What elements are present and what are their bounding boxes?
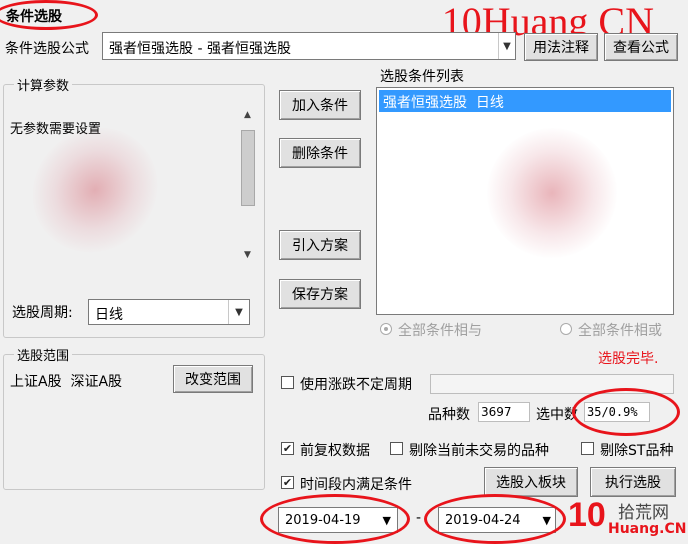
condition-list[interactable]: 强者恒强选股 日线	[376, 87, 674, 315]
end-date-highlight-ring	[424, 494, 566, 544]
change-range-button[interactable]: 改变范围	[173, 365, 253, 393]
period-dropdown-arrow-icon[interactable]: ▼	[228, 300, 249, 324]
pre-adjust-label: 前复权数据	[300, 443, 370, 459]
status-text: 选股完毕.	[598, 351, 659, 367]
formula-label: 条件选股公式	[5, 41, 89, 57]
all-and-radio[interactable]	[380, 323, 392, 335]
time-range-checkbox[interactable]: ✔	[281, 476, 294, 489]
params-group-label: 计算参数	[14, 75, 73, 94]
scroll-up-icon[interactable]: ▲	[244, 110, 251, 120]
view-formula-button[interactable]: 查看公式	[604, 33, 678, 61]
to-block-button[interactable]: 选股入板块	[484, 467, 578, 497]
formula-select[interactable]: 强者恒强选股 - 强者恒强选股 ▼	[102, 32, 516, 60]
delete-condition-button[interactable]: 删除条件	[279, 138, 361, 168]
add-condition-button[interactable]: 加入条件	[279, 90, 361, 120]
time-range-label: 时间段内满足条件	[300, 477, 412, 493]
all-or-label: 全部条件相或	[578, 323, 662, 339]
exclude-st-label: 剔除ST品种	[600, 443, 674, 459]
logo-cn: 拾荒网	[618, 503, 669, 523]
date-separator: -	[416, 510, 422, 526]
period-label: 选股周期:	[12, 305, 73, 321]
list-blur-mark	[460, 101, 644, 285]
annotate-button[interactable]: 用法注释	[524, 33, 598, 61]
count-label: 品种数	[428, 407, 470, 423]
params-scrollbar[interactable]: ▲ ▼	[240, 106, 256, 266]
all-and-label: 全部条件相与	[398, 323, 482, 339]
start-date-highlight-ring	[260, 494, 410, 544]
site-logo: 10 拾荒网 Huang.CN	[568, 494, 686, 544]
count-field: 3697	[478, 402, 530, 422]
pre-adjust-checkbox[interactable]: ✔	[281, 442, 294, 455]
exclude-st-checkbox[interactable]	[581, 442, 594, 455]
formula-dropdown-arrow-icon[interactable]: ▼	[498, 33, 515, 59]
range-value: 上证A股 深证A股	[10, 374, 123, 390]
range-group-label: 选股范围	[14, 345, 73, 364]
uncertain-period-label: 使用涨跌不定周期	[300, 377, 412, 393]
scroll-down-icon[interactable]: ▼	[244, 250, 251, 260]
count-value: 3697	[481, 405, 512, 419]
condition-list-item[interactable]: 强者恒强选股 日线	[379, 90, 671, 112]
selected-highlight-ring	[572, 388, 680, 436]
formula-select-value: 强者恒强选股 - 强者恒强选股	[109, 41, 291, 57]
condition-list-item-label: 强者恒强选股 日线	[383, 95, 504, 111]
condition-list-label: 选股条件列表	[380, 69, 464, 85]
logo-en: Huang.CN	[608, 521, 687, 537]
uncertain-period-checkbox[interactable]	[281, 376, 294, 389]
scroll-thumb[interactable]	[241, 130, 255, 206]
exclude-untraded-checkbox[interactable]	[390, 442, 403, 455]
all-or-radio[interactable]	[560, 323, 572, 335]
exclude-untraded-label: 剔除当前未交易的品种	[409, 443, 549, 459]
period-select[interactable]: 日线 ▼	[88, 299, 250, 325]
import-plan-button[interactable]: 引入方案	[279, 230, 361, 260]
save-plan-button[interactable]: 保存方案	[279, 279, 361, 309]
logo-digits: 10	[568, 496, 606, 534]
period-select-value: 日线	[95, 307, 123, 323]
execute-button[interactable]: 执行选股	[590, 467, 676, 497]
